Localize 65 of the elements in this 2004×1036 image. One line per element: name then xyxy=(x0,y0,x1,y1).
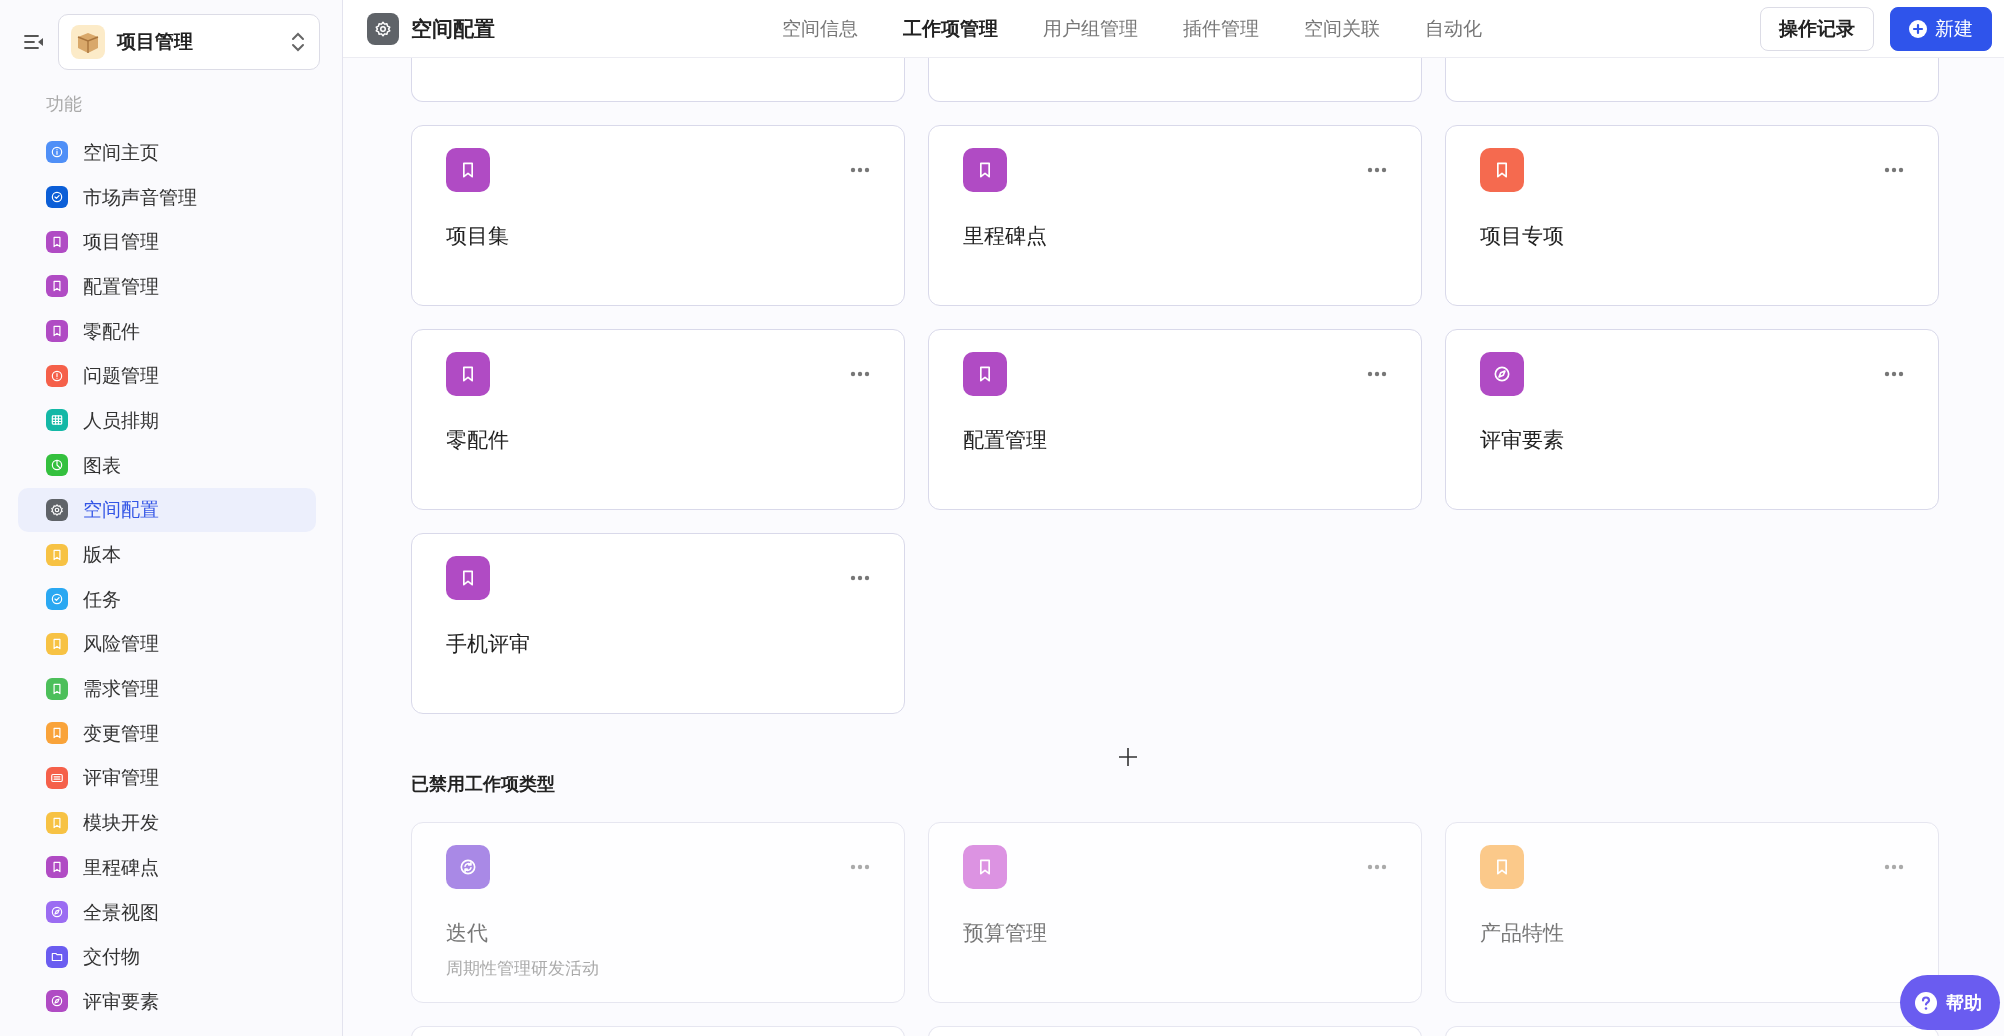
work-item-type-card[interactable]: 配置管理 xyxy=(928,329,1422,510)
sidebar-item[interactable]: 零配件 xyxy=(18,308,316,354)
tab[interactable]: 空间关联 xyxy=(1304,16,1380,41)
work-item-type-card[interactable]: 项目专项 xyxy=(1445,125,1939,306)
work-item-type-card[interactable]: 零配件 xyxy=(411,329,905,510)
plus-icon[interactable] xyxy=(1117,746,1139,768)
more-icon[interactable] xyxy=(1884,371,1904,377)
page-title: 空间配置 xyxy=(411,15,495,42)
more-icon[interactable] xyxy=(1367,371,1387,377)
sidebar-item[interactable]: 需求管理 xyxy=(18,666,316,711)
sidebar-item[interactable]: 项目管理 xyxy=(18,219,316,265)
work-item-type-card[interactable]: 里程碑点 xyxy=(928,125,1422,306)
sidebar-item[interactable]: 变更管理 xyxy=(18,710,316,756)
sidebar-item[interactable]: 市场声音管理 xyxy=(18,174,316,220)
sidebar-item[interactable]: 配置管理 xyxy=(18,264,316,309)
space-selector[interactable]: 项目管理 xyxy=(58,14,320,70)
card-title: 预算管理 xyxy=(963,920,1048,946)
card-title: 零配件 xyxy=(446,427,510,453)
new-button[interactable]: 新建 xyxy=(1890,6,1992,51)
sidebar-item[interactable]: 全景视图 xyxy=(18,889,316,935)
tab[interactable]: 空间信息 xyxy=(782,16,858,41)
more-icon[interactable] xyxy=(1367,167,1387,173)
chevron-up-down-icon xyxy=(291,31,305,53)
more-icon[interactable] xyxy=(850,167,870,173)
sidebar-item[interactable]: 图表 xyxy=(18,442,316,488)
sidebar-item[interactable]: 模块开发 xyxy=(18,800,316,845)
plus-circle-icon xyxy=(1909,19,1927,38)
card-description: 周期性管理研发活动 xyxy=(446,958,600,980)
space-name: 项目管理 xyxy=(117,30,194,54)
work-item-type-card[interactable]: 项目集 xyxy=(411,125,905,306)
card-title: 配置管理 xyxy=(963,427,1048,453)
sidebar-item[interactable]: 里程碑点 xyxy=(18,845,316,890)
sidebar-item[interactable]: 风险管理 xyxy=(18,621,316,667)
sidebar-item[interactable]: 评审管理 xyxy=(18,755,316,801)
sidebar-item[interactable]: 任务 xyxy=(18,576,316,622)
tab[interactable]: 插件管理 xyxy=(1183,16,1259,41)
work-item-type-card[interactable]: 手机评审 xyxy=(411,533,905,714)
sidebar-item[interactable]: 问题管理 xyxy=(18,353,316,399)
card-title: 手机评审 xyxy=(446,631,531,657)
sidebar-item[interactable]: 评审要素 xyxy=(18,979,316,1024)
work-item-type-card[interactable]: 评审要素 xyxy=(1445,329,1939,510)
gear-icon xyxy=(367,12,399,45)
section-title: 已禁用工作项类型 xyxy=(411,773,556,796)
card-title: 评审要素 xyxy=(1480,427,1565,453)
history-button[interactable]: 操作记录 xyxy=(1760,6,1874,51)
box-icon xyxy=(71,25,105,59)
card-title: 迭代 xyxy=(446,920,489,946)
sidebar-item[interactable]: 人员排期 xyxy=(18,398,316,443)
card-title: 产品特性 xyxy=(1480,920,1565,946)
more-icon[interactable] xyxy=(1884,167,1904,173)
help-button[interactable]: 帮助 xyxy=(1900,975,2000,1030)
card-title: 项目专项 xyxy=(1480,223,1565,249)
sidebar-item[interactable]: 交付物 xyxy=(18,934,316,980)
sidebar-item[interactable]: 版本 xyxy=(18,532,316,577)
sidebar-item[interactable]: 空间主页 xyxy=(18,130,316,175)
tab[interactable]: 用户组管理 xyxy=(1043,16,1138,41)
card-title: 项目集 xyxy=(446,223,510,249)
section-label: 功能 xyxy=(45,93,83,116)
tab[interactable]: 工作项管理 xyxy=(903,16,998,41)
help-icon xyxy=(1914,990,1938,1015)
more-icon[interactable] xyxy=(850,575,870,581)
card-title: 里程碑点 xyxy=(963,223,1048,249)
tab[interactable]: 自动化 xyxy=(1425,16,1482,41)
more-icon[interactable] xyxy=(850,371,870,377)
sidebar-item[interactable]: 空间配置 xyxy=(18,487,316,533)
